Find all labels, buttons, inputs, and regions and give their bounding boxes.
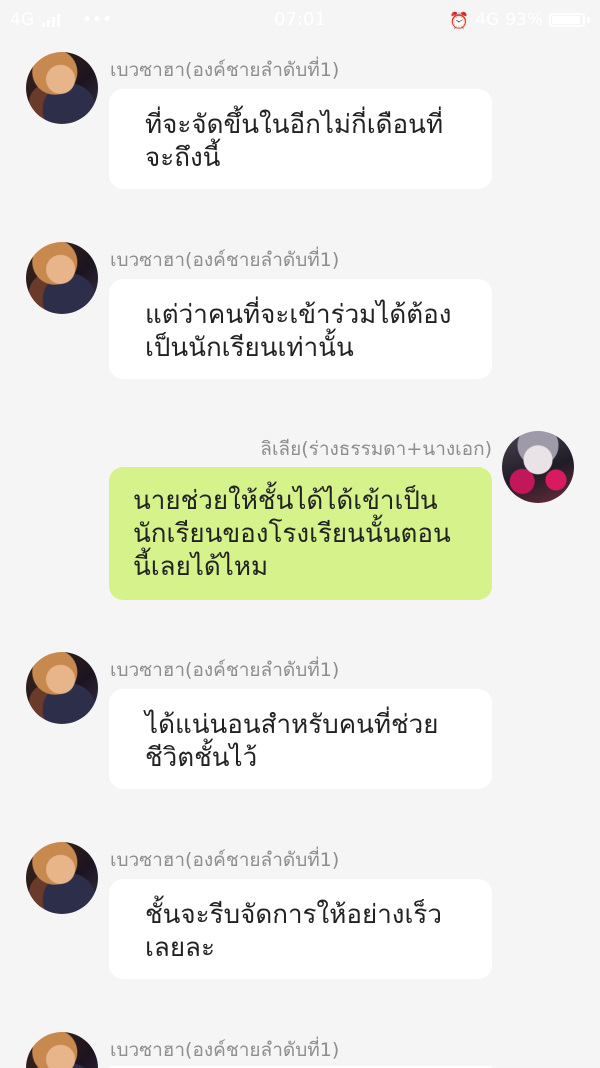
sender-name: เบวซาฮา(องค์ชายลำดับที่1) xyxy=(110,249,340,271)
message-bubble[interactable]: ได้แน่นอนสำหรับคนที่ช่วย ชีวิตชั้นไว้ xyxy=(109,689,492,789)
sender-name: เบวซาฮา(องค์ชายลำดับที่1) xyxy=(110,59,340,81)
avatar[interactable] xyxy=(26,242,98,314)
battery-tip-icon xyxy=(587,17,590,23)
avatar[interactable] xyxy=(26,652,98,724)
sender-name: เบวซาฮา(องค์ชายลำดับที่1) xyxy=(110,1039,340,1061)
sender-name: เบวซาฮา(องค์ชายลำดับที่1) xyxy=(110,659,340,681)
message-bubble[interactable]: ชั้นจะรีบจัดการให้อย่างเร็ว เลยละ xyxy=(109,879,492,979)
avatar[interactable] xyxy=(26,1032,98,1068)
battery-icon xyxy=(549,13,585,27)
battery-percent: 93% xyxy=(505,10,543,30)
avatar[interactable] xyxy=(502,431,574,503)
avatar[interactable] xyxy=(26,842,98,914)
sender-name: ลิเลีย(ร่างธรรมดา+นางเอก) xyxy=(260,438,492,460)
alarm-icon: ⏰ xyxy=(449,10,470,30)
message-bubble[interactable]: ที่จะจัดขึ้นในอีกไม่กี่เดือนที่ จะถึงนี้ xyxy=(109,89,492,189)
status-bar: 4G ••• 07:01 ⏰ 4G 93% xyxy=(0,0,600,40)
message-bubble[interactable]: นายช่วยให้ชั้นได้ได้เข้าเป็น นักเรียนของ… xyxy=(109,467,492,600)
message-bubble[interactable]: แต่ว่าคนที่จะเข้าร่วมได้ต้อง เป็นนักเรีย… xyxy=(109,279,492,379)
sender-name: เบวซาฮา(องค์ชายลำดับที่1) xyxy=(110,849,340,871)
avatar[interactable] xyxy=(26,52,98,124)
network-type-right: 4G xyxy=(475,10,500,30)
